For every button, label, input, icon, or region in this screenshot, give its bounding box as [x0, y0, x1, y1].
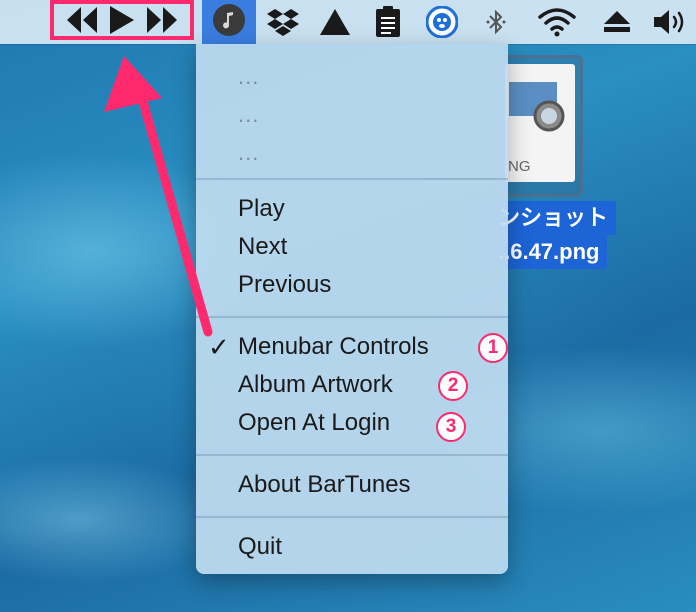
- annotation-arrow-icon: [104, 56, 213, 337]
